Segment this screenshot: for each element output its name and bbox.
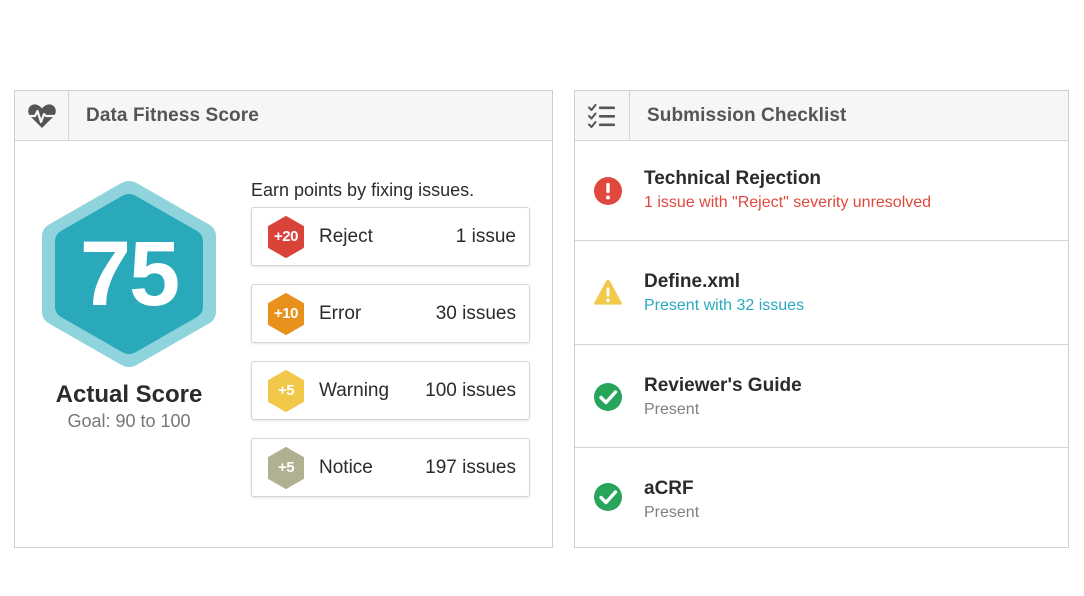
- issue-count: 1 issue: [455, 225, 516, 247]
- score-label: Actual Score: [55, 381, 203, 408]
- submission-checklist-panel: Submission Checklist Technical Rejection…: [574, 90, 1069, 548]
- points-badge: +5: [267, 446, 305, 489]
- issue-count: 30 issues: [435, 302, 516, 324]
- issue-count: 100 issues: [425, 379, 516, 401]
- checklist-item-status: 1 issue with "Reject" severity unresolve…: [644, 194, 932, 211]
- checklist-item-title: Define.xml: [644, 271, 741, 292]
- checklist-item-define-xml[interactable]: Define.xml Present with 32 issues: [575, 241, 1068, 345]
- score-value: 75: [79, 222, 180, 325]
- checklist-item-acrf[interactable]: aCRF Present: [575, 448, 1068, 547]
- warning-icon: [594, 280, 622, 305]
- points-badge: +5: [267, 369, 305, 412]
- issue-severity-label: Notice: [319, 456, 373, 478]
- points-badge: +20: [267, 215, 305, 258]
- issue-severity-label: Reject: [319, 225, 373, 247]
- checklist-item-title: Reviewer's Guide: [644, 375, 802, 396]
- panel-header: Data Fitness Score: [15, 90, 552, 141]
- data-fitness-panel: Data Fitness Score 75 Actual Score Goal:…: [14, 90, 553, 548]
- checklist-icon: [575, 90, 630, 141]
- issue-row-reject[interactable]: +20 Reject 1 issue: [251, 207, 530, 266]
- check-circle-icon: [594, 383, 622, 411]
- points-badge: +10: [267, 292, 305, 335]
- issue-row-error[interactable]: +10 Error 30 issues: [251, 284, 530, 343]
- checklist-item-status: Present with 32 issues: [644, 297, 805, 314]
- panel-title: Data Fitness Score: [86, 104, 259, 126]
- issue-row-warning[interactable]: +5 Warning 100 issues: [251, 361, 530, 420]
- checklist-item-status: Present: [644, 401, 700, 418]
- earn-points-heading: Earn points by fixing issues.: [251, 180, 475, 200]
- issue-row-notice[interactable]: +5 Notice 197 issues: [251, 438, 530, 497]
- panel-title: Submission Checklist: [647, 104, 847, 126]
- checklist-item-title: aCRF: [644, 478, 694, 499]
- score-goal: Goal: 90 to 100: [67, 411, 191, 431]
- checklist-item-technical-rejection[interactable]: Technical Rejection 1 issue with "Reject…: [575, 141, 1068, 241]
- heartbeat-icon: [15, 90, 69, 141]
- checklist-item-status: Present: [644, 504, 700, 521]
- panel-header: Submission Checklist: [575, 90, 1068, 141]
- check-circle-icon: [594, 483, 622, 511]
- checklist-item-reviewers-guide[interactable]: Reviewer's Guide Present: [575, 345, 1068, 448]
- issue-severity-label: Error: [319, 302, 362, 324]
- checklist-item-title: Technical Rejection: [644, 168, 822, 189]
- issue-count: 197 issues: [425, 456, 516, 478]
- error-icon: [594, 177, 622, 205]
- issue-severity-label: Warning: [319, 379, 390, 401]
